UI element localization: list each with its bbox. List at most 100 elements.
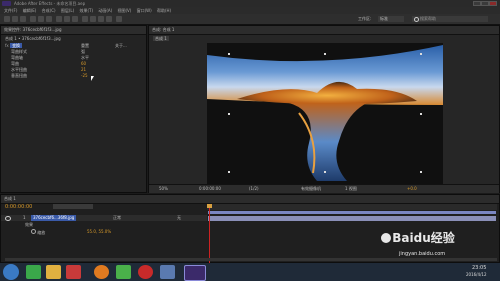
composition-tabstrip: 合成: 合成 1 [149,26,499,35]
brush-tool-icon[interactable] [82,16,88,22]
menu-effect[interactable]: 效果(T) [79,7,93,14]
menu-window[interactable]: 窗口(W) [137,7,152,14]
menu-animation[interactable]: 动画(A) [98,7,112,14]
composition-breadcrumb[interactable]: 合成 1 [153,36,169,41]
timeline-timecode[interactable]: 0:00:00:00 [5,203,32,211]
param-value[interactable]: 水平 [81,55,89,60]
visibility-eye-icon[interactable] [5,216,11,221]
param-value[interactable]: 弧 [81,49,85,54]
param-row[interactable]: 水平扭曲 21 [11,67,86,72]
viewer-timecode[interactable]: 0:00:00:00 [199,186,221,192]
param-row[interactable]: 弯曲样式 弧 [11,49,85,54]
pen-tool-icon[interactable] [64,16,70,22]
about-link[interactable]: 关于... [115,43,127,48]
scale-label: 缩放 [37,230,46,235]
composition-panel: 合成: 合成 1 合成 1 50% 0:00:00:00 (1/2) 有效摄像机… [148,25,500,193]
minimize-button[interactable] [473,1,481,6]
exposure-value[interactable]: +0.0 [407,186,417,192]
param-row[interactable]: 垂直扭曲 -25 [11,73,88,78]
resolution-select[interactable]: (1/2) [249,186,259,192]
camera-select[interactable]: 有效摄像机 [301,186,321,192]
paw-logo-icon [381,232,391,243]
tab-composition[interactable]: 合成: 合成 1 [152,26,174,34]
maximize-button[interactable] [481,1,489,6]
taskbar-red-app-icon[interactable] [66,265,81,279]
taskbar-image-viewer-icon[interactable] [160,265,175,279]
search-help-placeholder: 搜索帮助 [420,16,436,21]
menu-bar: 文件(F) 编辑(E) 合成(C) 图层(L) 效果(T) 动画(A) 视图(V… [0,7,500,14]
menu-help[interactable]: 帮助(H) [157,7,171,14]
tab-timeline[interactable]: 合成 1 [4,195,16,203]
effects-group-label: 效果 [25,222,33,227]
composition-viewer[interactable] [207,43,443,185]
zoom-select[interactable]: 50% [159,186,168,192]
layer-index: 1 [23,215,26,220]
stopwatch-icon[interactable] [31,229,36,234]
work-area-bar[interactable] [208,211,496,214]
workspace-label: 工作区: [358,16,372,21]
menu-view[interactable]: 视图(V) [117,7,131,14]
menu-layer[interactable]: 图层(L) [61,7,74,14]
rotate-tool-icon[interactable] [30,16,36,22]
layer-mode-select[interactable]: 正常 [113,215,121,221]
layer-name[interactable]: 376cecbf6...36f8.jpg [31,215,77,221]
mask-tool-icon[interactable] [56,16,62,22]
zoom-tool-icon[interactable] [20,16,26,22]
selection-tool-icon[interactable] [4,16,10,22]
search-help-field[interactable]: 搜索帮助 [412,16,488,22]
effect-header-row[interactable]: fx 变换 重置 关于... [5,43,143,48]
pan-behind-tool-icon[interactable] [46,16,52,22]
param-value[interactable]: 60 [81,61,86,66]
menu-file[interactable]: 文件(F) [4,7,17,14]
effects-group-row[interactable]: 效果 [25,222,33,228]
taskbar-firefox-icon[interactable] [94,265,109,279]
timeline-search-field[interactable] [53,204,93,209]
composition-footer: 50% 0:00:00:00 (1/2) 有效摄像机 1 视图 +0.0 [149,184,499,193]
menu-edit[interactable]: 编辑(E) [23,7,37,14]
timeline-scrollbar[interactable] [5,258,497,261]
parent-select[interactable]: 无 [177,215,181,221]
scale-value[interactable]: 55.0, 55.0% [87,229,111,235]
scale-property-row[interactable]: 缩放 55.0, 55.0% [31,229,201,235]
menu-composition[interactable]: 合成(C) [42,7,56,14]
fx-icon: fx [5,43,9,48]
app-icon [2,1,11,6]
workspace-select[interactable]: 标准 [378,16,404,22]
param-name: 弯曲 [11,61,19,66]
playhead[interactable] [209,204,210,264]
effect-controls-tabstrip: 效果控件: 376cecbf6f1f3...jpg [1,26,146,35]
param-name: 弯曲样式 [11,49,27,54]
taskbar-record-icon[interactable] [138,265,153,279]
playhead-handle-icon[interactable] [207,204,212,208]
eraser-tool-icon[interactable] [98,16,104,22]
taskbar-media-icon[interactable] [116,265,131,279]
search-icon [414,17,419,22]
close-button[interactable] [489,1,497,6]
param-row[interactable]: 弯曲 60 [11,61,86,66]
taskbar-after-effects-icon[interactable] [184,265,206,281]
hand-tool-icon[interactable] [12,16,18,22]
text-tool-icon[interactable] [72,16,78,22]
effect-name: 变换 [10,43,23,48]
tray-area[interactable] [380,267,440,277]
reset-link[interactable]: 重置 [81,43,89,48]
clock-time[interactable]: 23:05 [472,265,486,271]
title-bar: Adobe After Effects - 未命名项目.aep [0,0,500,7]
timeline-ruler[interactable] [207,204,497,210]
clock-date[interactable]: 2016/4/12 [466,272,487,277]
param-name: 垂直扭曲 [11,73,27,78]
start-button[interactable] [3,264,19,280]
camera-tool-icon[interactable] [38,16,44,22]
view-layout-select[interactable]: 1 视图 [345,186,357,192]
clone-stamp-tool-icon[interactable] [90,16,96,22]
taskbar-app-green-icon[interactable] [26,265,41,279]
param-value[interactable]: -25 [81,73,88,78]
layer-row[interactable]: 1 376cecbf6...36f8.jpg 正常 无 [1,215,207,221]
param-value[interactable]: 21 [81,67,86,72]
taskbar-folder-icon[interactable] [46,265,61,279]
tab-effect-controls[interactable]: 效果控件: 376cecbf6f1f3...jpg [4,26,62,34]
layer-duration-bar[interactable] [208,216,496,221]
roto-brush-tool-icon[interactable] [106,16,112,22]
param-row[interactable]: 弯曲轴 水平 [11,55,89,60]
puppet-tool-icon[interactable] [116,16,122,22]
